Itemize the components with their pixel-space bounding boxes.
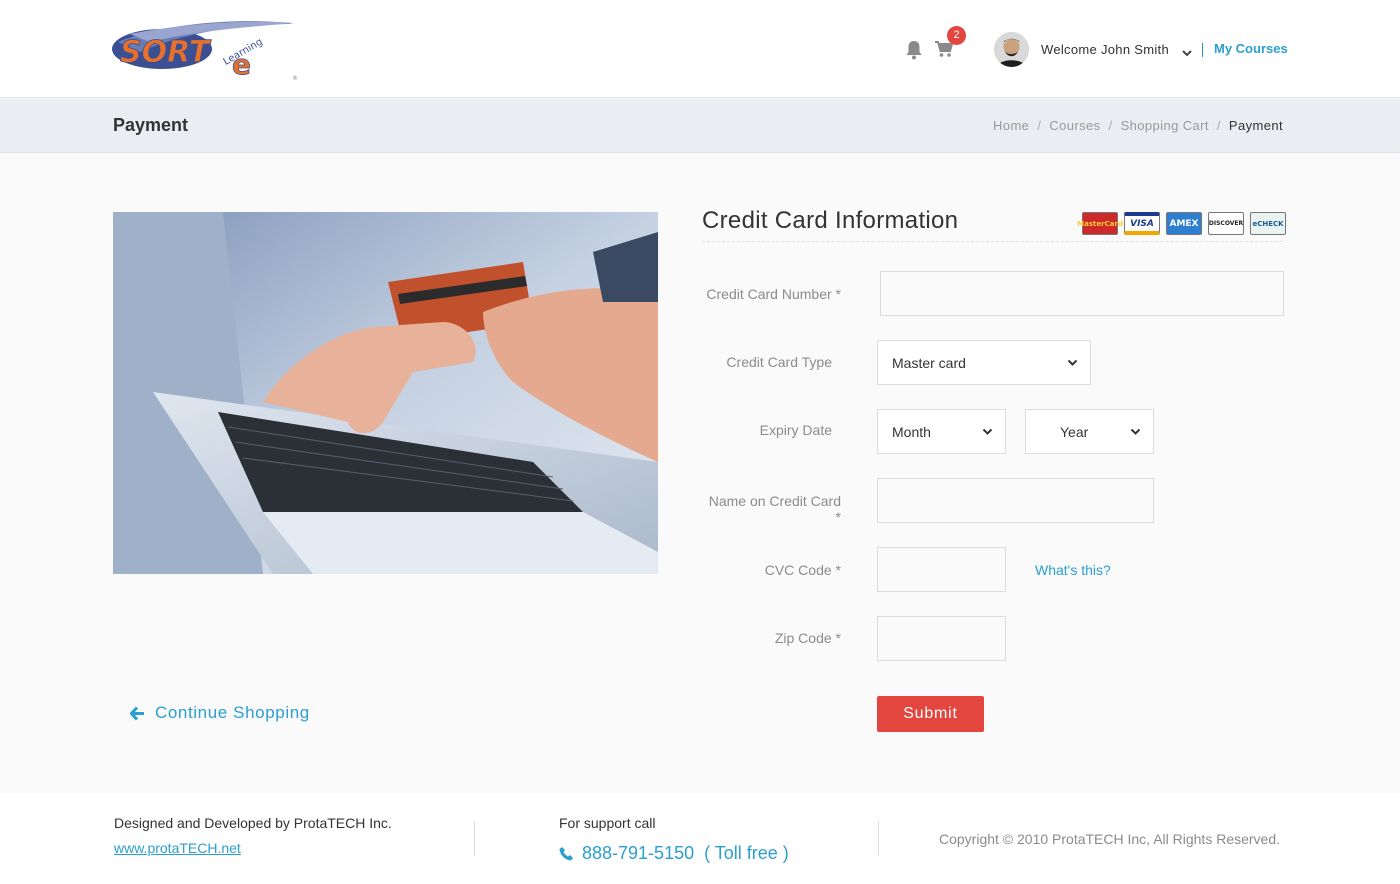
footer-copyright: Copyright © 2010 ProtaTECH Inc, All Righ…: [939, 831, 1281, 847]
footer-divider: [474, 821, 475, 856]
phone-icon: [559, 847, 573, 861]
user-menu-chevron-down-icon[interactable]: [1181, 45, 1193, 57]
breadcrumb-home[interactable]: Home: [993, 118, 1029, 133]
continue-shopping-link[interactable]: Continue Shopping: [130, 703, 310, 723]
breadcrumb-courses[interactable]: Courses: [1049, 118, 1100, 133]
notification-bell-icon[interactable]: [905, 40, 923, 60]
card-number-input[interactable]: [880, 271, 1284, 316]
chevron-down-icon: [1130, 428, 1141, 435]
header-separator: [1202, 43, 1203, 57]
expiry-month-value: Month: [892, 424, 931, 440]
svg-text:SORT: SORT: [120, 35, 212, 70]
card-number-label: Credit Card Number *: [706, 286, 841, 302]
footer-phone-number: 888-791-5150 ( Toll free ): [582, 843, 789, 863]
zip-code-input[interactable]: [877, 616, 1006, 661]
heading-divider: [702, 241, 1283, 242]
footer-designed-by: Designed and Developed by ProtaTECH Inc.: [114, 815, 392, 831]
echeck-logo: eCHECK: [1250, 212, 1286, 235]
amex-logo: AMEX: [1166, 212, 1202, 235]
expiry-date-label: Expiry Date: [759, 422, 832, 438]
discover-logo: DISCOVER: [1208, 212, 1244, 235]
card-type-value: Master card: [892, 355, 966, 371]
laptop-credit-card-image: [113, 212, 658, 574]
footer-protatech-link[interactable]: www.protaTECH.net: [114, 840, 241, 856]
name-on-card-label: Name on Credit Card *: [708, 493, 841, 525]
card-type-label: Credit Card Type: [726, 354, 832, 370]
arrow-left-icon: [130, 705, 144, 721]
submit-button[interactable]: Submit: [877, 696, 984, 732]
top-header: SORT e Learning ® 2 Welcome John Smith M…: [0, 0, 1400, 98]
cvc-code-label: CVC Code *: [764, 562, 841, 578]
breadcrumb-shopping-cart[interactable]: Shopping Cart: [1121, 118, 1209, 133]
cvc-code-input[interactable]: [877, 547, 1006, 592]
credit-card-info-heading: Credit Card Information: [702, 207, 959, 234]
footer: Designed and Developed by ProtaTECH Inc.…: [0, 793, 1400, 884]
footer-phone[interactable]: 888-791-5150 ( Toll free ): [559, 843, 789, 864]
footer-divider: [878, 821, 879, 856]
name-on-card-input[interactable]: [877, 478, 1154, 523]
page-title-bar: Payment Home / Courses / Shopping Cart / Payme…: [0, 99, 1400, 153]
sorte-learning-logo[interactable]: SORT e Learning ®: [110, 20, 305, 84]
page-title: Payment: [113, 115, 189, 135]
user-avatar[interactable]: [994, 32, 1029, 67]
svg-text:®: ®: [292, 75, 298, 82]
whats-this-link[interactable]: What's this?: [1035, 562, 1111, 578]
my-courses-link[interactable]: My Courses: [1214, 41, 1288, 56]
welcome-user-text[interactable]: Welcome John Smith: [1041, 42, 1169, 57]
accepted-cards: MasterCard VISA AMEX DISCOVER eCHECK: [1077, 212, 1286, 236]
chevron-down-icon: [982, 428, 993, 435]
expiry-year-value: Year: [1060, 424, 1089, 440]
breadcrumb: Home / Courses / Shopping Cart / Payment: [993, 118, 1283, 133]
footer-support-label: For support call: [559, 815, 656, 831]
chevron-down-icon: [1067, 359, 1078, 366]
visa-logo: VISA: [1124, 212, 1160, 235]
expiry-month-select[interactable]: Month: [877, 409, 1006, 454]
zip-code-label: Zip Code *: [774, 630, 841, 646]
continue-shopping-label: Continue Shopping: [155, 703, 310, 722]
mastercard-logo: MasterCard: [1077, 212, 1123, 235]
card-type-select[interactable]: Master card: [877, 340, 1091, 385]
breadcrumb-current: Payment: [1228, 118, 1283, 133]
expiry-year-select[interactable]: Year: [1025, 409, 1154, 454]
cart-count-badge: 2: [947, 26, 966, 45]
